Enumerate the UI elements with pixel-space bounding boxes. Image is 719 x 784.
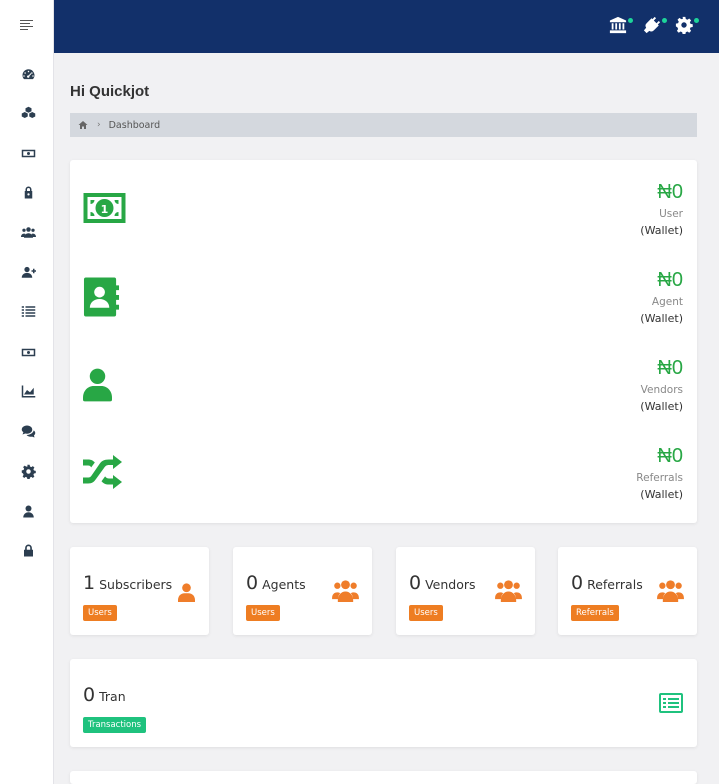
random-shuffle-icon: [83, 455, 123, 493]
stat-label: Subscribers: [99, 577, 173, 592]
sidebar-user-icon[interactable]: [19, 502, 37, 520]
address-book-icon: [83, 277, 120, 321]
next-card: [70, 771, 697, 784]
wallet-sub: (Wallet): [640, 224, 683, 237]
wallet-amount: ₦0: [657, 357, 683, 379]
sidebar-money-bill-alt-icon[interactable]: [19, 343, 37, 361]
sidebar-dashboard-icon[interactable]: [19, 65, 37, 83]
notification-dot: [628, 18, 633, 23]
user-icon: [178, 583, 195, 606]
notification-dot: [694, 18, 699, 23]
notification-dot: [662, 18, 667, 23]
sidebar-cubes-icon[interactable]: [19, 104, 37, 122]
stat-value: 1 Subscribers: [83, 572, 173, 594]
stat-label: Vendors: [425, 577, 476, 592]
stat-badge[interactable]: Referrals: [571, 605, 619, 621]
wallet-row-user: 1 ₦0 User (Wallet): [70, 180, 697, 268]
transactions-card[interactable]: 0 Tran Transactions: [70, 659, 697, 747]
page-title: Hi Quickjot: [70, 83, 150, 100]
wallet-amount: ₦0: [657, 181, 683, 203]
users-icon: [495, 579, 522, 606]
home-icon[interactable]: [78, 120, 88, 130]
users-icon: [657, 579, 684, 606]
wallet-row-vendors: ₦0 Vendors (Wallet): [70, 356, 697, 444]
svg-text:1: 1: [101, 203, 109, 216]
wallet-amount: ₦0: [657, 269, 683, 291]
gears-icon[interactable]: [675, 16, 699, 36]
users-icon: [332, 579, 359, 606]
stat-badge[interactable]: Users: [83, 605, 117, 621]
stat-card-referrals[interactable]: 0 Referrals Referrals: [558, 547, 697, 635]
wallet-name: User: [659, 208, 683, 220]
wallet-name: Referrals: [636, 472, 683, 484]
stat-value: 0 Referrals: [571, 572, 643, 594]
bank-icon[interactable]: [609, 16, 633, 36]
stat-label: Referrals: [587, 577, 643, 592]
stat-value: 0 Agents: [246, 572, 306, 594]
stat-card-agents[interactable]: 0 Agents Users: [233, 547, 372, 635]
stat-card-subscribers[interactable]: 1 Subscribers Users: [70, 547, 209, 635]
wallet-row-agent: ₦0 Agent (Wallet): [70, 268, 697, 356]
wallet-sub: (Wallet): [640, 400, 683, 413]
wallet-sub: (Wallet): [640, 312, 683, 325]
sidebar-chart-area-icon[interactable]: [19, 382, 37, 400]
wallet-card: 1 ₦0 User (Wallet) ₦0 Agent (Wallet) ₦0 …: [70, 160, 697, 523]
sidebar-money-bill-icon[interactable]: [19, 144, 37, 162]
sidebar-lock-icon[interactable]: [19, 541, 37, 559]
stat-badge[interactable]: Transactions: [83, 717, 147, 733]
sidebar-gear-icon[interactable]: [19, 462, 37, 480]
menu-toggle-icon[interactable]: [20, 19, 34, 31]
topbar: [54, 0, 719, 53]
sidebar-user-lock-icon[interactable]: [19, 183, 37, 201]
wallet-name: Vendors: [640, 384, 683, 396]
stat-card-vendors[interactable]: 0 Vendors Users: [396, 547, 535, 635]
breadcrumb-current[interactable]: Dashboard: [109, 120, 161, 131]
stat-badge[interactable]: Users: [246, 605, 280, 621]
money-bill-icon: 1: [83, 193, 126, 227]
user-icon: [83, 368, 112, 406]
sidebar-chat-icon[interactable]: [19, 422, 37, 440]
sidebar-user-plus-icon[interactable]: [19, 263, 37, 281]
sidebar: [0, 0, 54, 784]
wallet-sub: (Wallet): [640, 488, 683, 501]
stat-value: 0 Vendors: [409, 572, 476, 594]
plug-icon[interactable]: [643, 16, 667, 36]
stat-label: Tran: [99, 689, 126, 704]
stat-label: Agents: [262, 577, 306, 592]
breadcrumb: › Dashboard: [70, 113, 697, 137]
wallet-name: Agent: [651, 296, 683, 308]
sidebar-users-icon[interactable]: [19, 223, 37, 241]
list-alt-icon: [659, 693, 683, 717]
wallet-row-referrals: ₦0 Referrals (Wallet): [70, 444, 697, 532]
stat-badge[interactable]: Users: [409, 605, 443, 621]
breadcrumb-separator: ›: [97, 120, 101, 130]
sidebar-list-icon[interactable]: [19, 302, 37, 320]
stat-value: 0 Tran: [83, 684, 126, 706]
wallet-amount: ₦0: [657, 445, 683, 467]
